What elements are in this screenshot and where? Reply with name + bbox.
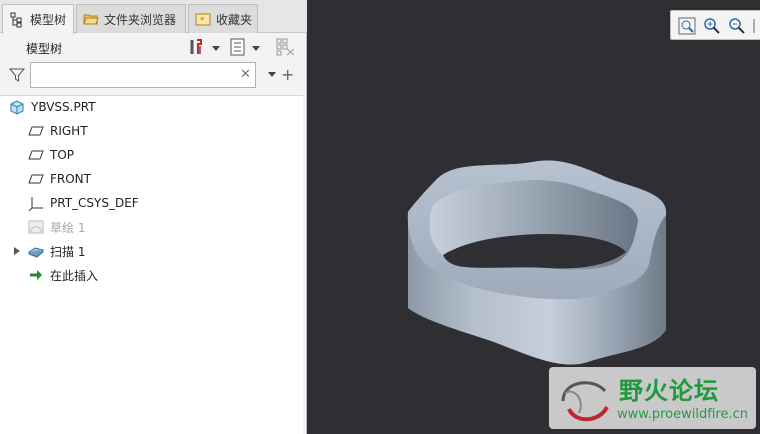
settings-dropdown[interactable] [188,38,220,58]
zoom-in-icon[interactable] [703,17,721,35]
clear-icon[interactable]: ✕ [240,67,251,82]
search-input[interactable] [30,62,256,88]
tree-node-label: FRONT [50,172,91,186]
panel-header: 模型树 [0,34,307,62]
insert-arrow-icon [28,267,44,283]
datum-plane-icon [28,171,44,187]
expand-arrow-icon[interactable] [14,247,20,255]
tree-node-insert-here[interactable]: 在此插入 [28,265,98,285]
tree-icon [9,12,25,28]
datum-plane-icon [28,123,44,139]
sweep-icon [27,243,45,259]
tree-node-part[interactable]: YBVSS.PRT [9,97,95,117]
panel-title: 模型树 [26,42,63,56]
tree-node-label: RIGHT [50,124,88,138]
chevron-down-icon[interactable] [268,72,276,77]
view-toolbar [670,10,760,40]
forum-watermark: 野火论坛 www.proewildfire.cn [549,367,756,429]
tools-icon [188,38,206,59]
tree-node-sweep[interactable]: 扫描 1 [27,241,86,261]
chevron-down-icon [252,45,260,51]
tree-node-csys[interactable]: PRT_CSYS_DEF [28,193,139,213]
model-tree-panel: 模型树 文件夹浏览器 * 收藏夹 模型树 ✕ + YBVSS.PRT RIGHT… [0,0,307,434]
csys-icon [28,195,44,212]
tab-favorites[interactable]: * 收藏夹 [188,4,258,33]
datum-plane-icon [28,147,44,163]
watermark-url: www.proewildfire.cn [617,407,748,422]
folder-icon [83,11,99,27]
tab-label: 收藏夹 [216,12,253,27]
grid-settings-icon [276,38,296,59]
refit-icon[interactable] [678,17,696,35]
filter-settings-button[interactable] [276,38,296,58]
tree-node-front[interactable]: FRONT [28,169,91,189]
tab-folder-browser[interactable]: 文件夹浏览器 [76,4,186,33]
repaint-icon[interactable] [753,17,760,35]
tree-node-right[interactable]: RIGHT [28,121,88,141]
tree-node-label: YBVSS.PRT [31,100,96,114]
filter-icon[interactable] [8,67,26,86]
tab-model-tree[interactable]: 模型树 [2,4,74,34]
tree-node-label: PRT_CSYS_DEF [50,196,139,210]
show-dropdown[interactable] [230,38,260,58]
zoom-out-icon[interactable] [728,17,746,35]
list-icon [230,38,246,59]
tree-node-top[interactable]: TOP [28,145,74,165]
add-icon[interactable]: + [281,65,294,84]
chevron-down-icon [212,45,220,51]
tree-node-label: TOP [50,148,75,162]
search-row: ✕ + [0,62,307,90]
tree-node-sketch[interactable]: 草绘 1 [28,217,85,237]
svg-text:*: * [200,16,205,26]
forum-logo-icon [555,371,613,430]
tree-node-label: 在此插入 [50,268,99,283]
part-icon [9,99,25,115]
tree-node-label: 草绘 1 [50,220,86,235]
sketch-icon [28,219,44,235]
navigator-tabbar: 模型树 文件夹浏览器 * 收藏夹 [0,0,307,34]
model-tree: YBVSS.PRT RIGHT TOP FRONT PRT_CSYS_DEF 草… [0,95,303,434]
favorites-icon: * [195,11,211,27]
tab-label: 文件夹浏览器 [104,12,177,27]
tab-label: 模型树 [30,13,67,27]
tree-node-label: 扫描 1 [50,244,86,259]
watermark-title: 野火论坛 [619,377,719,405]
